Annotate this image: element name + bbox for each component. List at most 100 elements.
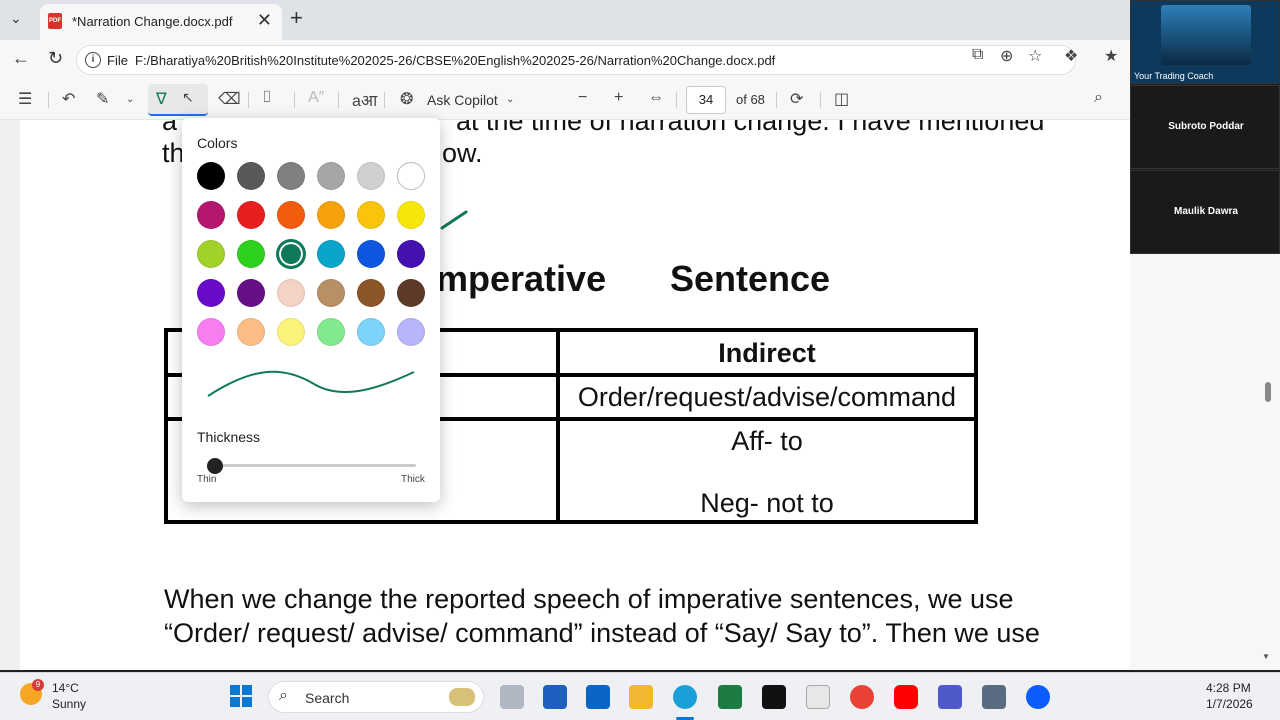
back-arrow-icon[interactable]: ← xyxy=(12,48,30,69)
translate-text-icon[interactable]: aआ xyxy=(352,89,377,111)
toolbar-divider xyxy=(248,92,249,108)
youtube-icon[interactable] xyxy=(894,685,918,709)
color-swatch[interactable] xyxy=(237,162,265,190)
color-swatch[interactable] xyxy=(197,279,225,307)
color-swatch[interactable] xyxy=(357,162,385,190)
color-swatch[interactable] xyxy=(357,318,385,346)
color-swatch[interactable] xyxy=(397,240,425,268)
zoom-in-icon[interactable]: + xyxy=(614,89,623,107)
color-swatch[interactable] xyxy=(317,318,345,346)
scroll-down-icon[interactable]: ▼ xyxy=(1262,652,1270,661)
color-swatch[interactable] xyxy=(277,279,305,307)
windows-start-icon[interactable] xyxy=(230,685,252,707)
color-swatch[interactable] xyxy=(357,201,385,229)
taskbar-search-box[interactable]: ⌕ Search xyxy=(268,681,484,713)
page-view-icon[interactable]: ◫ xyxy=(834,89,849,109)
weather-desc[interactable]: Sunny xyxy=(52,697,86,711)
color-swatch[interactable] xyxy=(277,201,305,229)
calculator-icon[interactable] xyxy=(982,685,1006,709)
color-swatch[interactable] xyxy=(277,162,305,190)
participant-video-thumbnail xyxy=(1161,5,1251,65)
tab-narration-change[interactable]: PDF *Narration Change.docx.pdf ✕ xyxy=(40,4,282,40)
read-aloud-icon[interactable]: A″ xyxy=(308,89,324,107)
text-box-icon[interactable]: ⌷ xyxy=(262,89,272,107)
tab-list-chevron-icon[interactable]: ⌄ xyxy=(10,10,22,27)
search-icon[interactable]: ⌕ xyxy=(1094,89,1103,107)
color-swatch[interactable] xyxy=(317,201,345,229)
color-swatch[interactable] xyxy=(197,201,225,229)
color-swatch[interactable] xyxy=(317,162,345,190)
color-swatch[interactable] xyxy=(357,240,385,268)
draw-pen-icon[interactable]: ∇ xyxy=(156,89,167,109)
color-swatch[interactable] xyxy=(317,240,345,268)
clock-time[interactable]: 4:28 PM xyxy=(1206,681,1251,695)
fit-page-icon[interactable]: ⇔ xyxy=(648,89,664,107)
zoom-out-icon[interactable]: − xyxy=(578,89,587,107)
color-swatch[interactable] xyxy=(237,240,265,268)
word-icon[interactable] xyxy=(543,685,567,709)
toolbar-divider xyxy=(48,92,49,108)
clock-date[interactable]: 1/7/2026 xyxy=(1206,697,1253,711)
refresh-icon[interactable]: ↻ xyxy=(48,48,63,69)
copilot-icon[interactable]: ❂ xyxy=(400,89,413,109)
file-explorer-icon[interactable] xyxy=(629,685,653,709)
color-swatch[interactable] xyxy=(237,318,265,346)
color-swatch[interactable] xyxy=(237,201,265,229)
windows-taskbar: 9 14°C Sunny ⌕ Search 4:28 PM 1/7/2026 xyxy=(0,672,1280,720)
search-highlight-icon xyxy=(449,688,475,706)
url-text: F:/Bharatiya%20British%20Institute%20202… xyxy=(135,53,776,68)
heading-sentence: Sentence xyxy=(670,258,831,299)
page-number-input[interactable]: 34 xyxy=(686,86,726,114)
color-swatch[interactable] xyxy=(317,279,345,307)
zoom-icon[interactable]: ⊕ xyxy=(1000,46,1013,66)
rotate-icon[interactable]: ⟳ xyxy=(790,89,803,109)
copilot-chevron-icon[interactable]: ⌄ xyxy=(506,94,514,105)
color-swatch[interactable] xyxy=(197,240,225,268)
teams-icon[interactable] xyxy=(938,685,962,709)
zoom-app-icon[interactable] xyxy=(1026,685,1050,709)
excel-icon[interactable] xyxy=(718,685,742,709)
chrome-icon[interactable] xyxy=(850,685,874,709)
table-row2-indirect-neg: Neg- not to xyxy=(700,488,834,518)
color-swatch[interactable] xyxy=(237,279,265,307)
edge-icon[interactable] xyxy=(673,685,697,709)
task-view-icon[interactable] xyxy=(500,685,524,709)
color-swatch[interactable] xyxy=(357,279,385,307)
color-swatch[interactable] xyxy=(397,318,425,346)
color-swatch[interactable] xyxy=(277,240,305,268)
outlook-icon[interactable] xyxy=(586,685,610,709)
address-input[interactable]: i File F:/Bharatiya%20British%20Institut… xyxy=(76,45,1076,75)
color-swatch[interactable] xyxy=(397,201,425,229)
zoom-tile-trading-coach[interactable]: Your Trading Coach xyxy=(1130,0,1280,84)
zoom-tile-maulik[interactable]: Maulik Dawra xyxy=(1130,170,1280,254)
scrollbar-track[interactable] xyxy=(1244,254,1280,670)
color-swatch[interactable] xyxy=(197,162,225,190)
new-tab-button[interactable]: + xyxy=(290,5,303,31)
favorite-star-icon[interactable]: ☆ xyxy=(1028,46,1042,66)
tab-close-icon[interactable]: ✕ xyxy=(257,10,272,31)
search-label: Search xyxy=(305,690,350,706)
thickness-slider-track[interactable] xyxy=(212,464,416,467)
ask-copilot-button[interactable]: Ask Copilot xyxy=(427,92,498,108)
weather-temp[interactable]: 14°C xyxy=(52,681,79,695)
terminal-icon[interactable] xyxy=(762,685,786,709)
contents-list-icon[interactable]: ☰ xyxy=(18,89,32,109)
undo-icon[interactable]: ↶ xyxy=(62,89,75,109)
favorites-list-icon[interactable]: ★ xyxy=(1104,46,1118,66)
table-row1-indirect: Order/request/advise/command xyxy=(577,382,957,412)
store-icon[interactable] xyxy=(806,685,830,709)
thickness-slider-thumb[interactable] xyxy=(207,458,223,474)
translate-icon[interactable]: ⧉ xyxy=(972,46,983,64)
colors-label: Colors xyxy=(197,135,238,151)
color-swatch[interactable] xyxy=(397,279,425,307)
extensions-icon[interactable]: ❖ xyxy=(1064,46,1078,66)
scrollbar-thumb[interactable] xyxy=(1265,382,1271,402)
color-swatch[interactable] xyxy=(197,318,225,346)
zoom-tile-subroto[interactable]: Subroto Poddar xyxy=(1130,85,1280,169)
eraser-icon[interactable]: ⌫ xyxy=(218,89,241,109)
color-swatch[interactable] xyxy=(277,318,305,346)
highlight-icon[interactable]: ✎ xyxy=(96,89,109,109)
color-swatch[interactable] xyxy=(397,162,425,190)
info-icon[interactable]: i xyxy=(85,52,101,68)
highlight-chevron-icon[interactable]: ⌄ xyxy=(126,94,134,105)
